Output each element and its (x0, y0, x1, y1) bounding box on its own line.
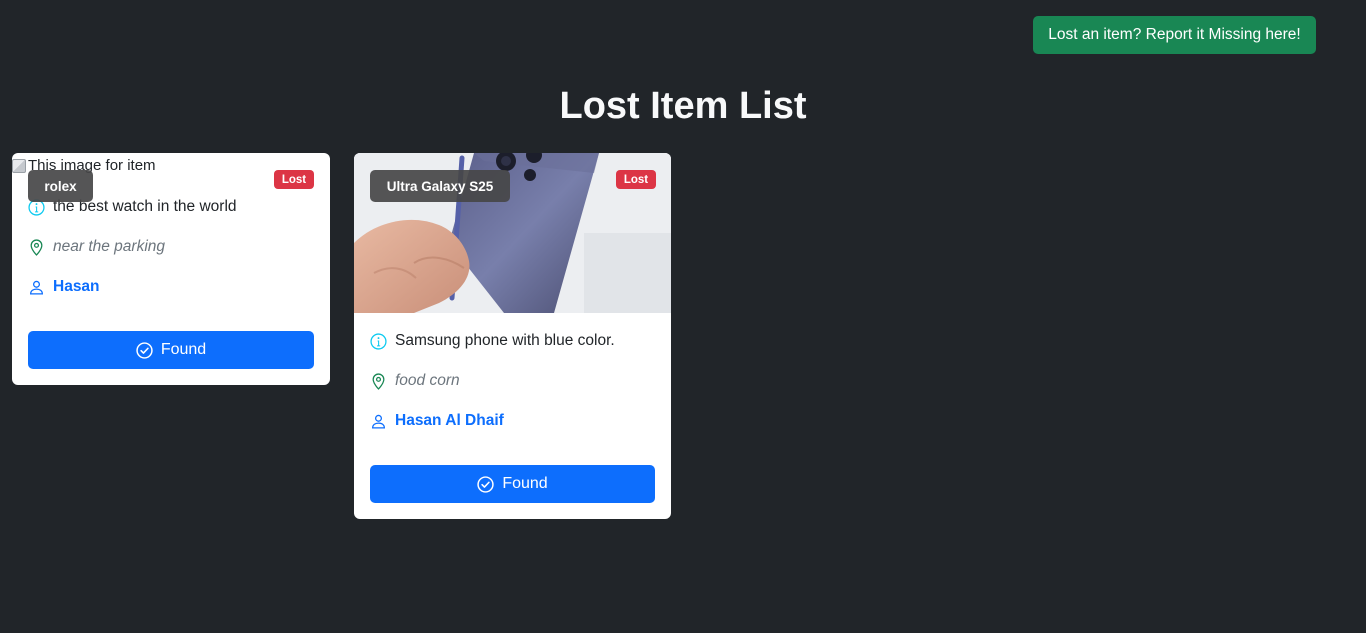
item-location: food corn (370, 372, 460, 390)
person-icon (28, 279, 45, 296)
status-badge: Lost (616, 170, 656, 189)
found-button[interactable]: Found (370, 465, 655, 503)
item-owner[interactable]: Hasan (28, 278, 100, 296)
check-circle-icon (136, 341, 153, 359)
location-pin-icon (28, 239, 45, 256)
item-owner[interactable]: Hasan Al Dhaif (370, 412, 504, 430)
found-button-label: Found (502, 475, 548, 492)
item-location: near the parking (28, 238, 165, 256)
location-pin-icon (370, 373, 387, 390)
item-description: Samsung phone with blue color. (370, 332, 615, 350)
item-card: Ultra Galaxy S25 Lost Samsung phone with… (354, 153, 671, 519)
item-card: This image for item rolex Lost the best … (12, 153, 330, 385)
broken-image-icon (12, 158, 26, 173)
item-name-badge: rolex (28, 170, 93, 202)
found-button-label: Found (160, 341, 207, 358)
found-button[interactable]: Found (28, 331, 314, 369)
item-name-badge: Ultra Galaxy S25 (370, 170, 510, 202)
status-badge: Lost (274, 170, 314, 189)
person-icon (370, 413, 387, 430)
report-missing-button[interactable]: Lost an item? Report it Missing here! (1033, 16, 1316, 54)
page-title: Lost Item List (559, 85, 807, 127)
info-icon (370, 332, 387, 350)
check-circle-icon (477, 475, 494, 493)
